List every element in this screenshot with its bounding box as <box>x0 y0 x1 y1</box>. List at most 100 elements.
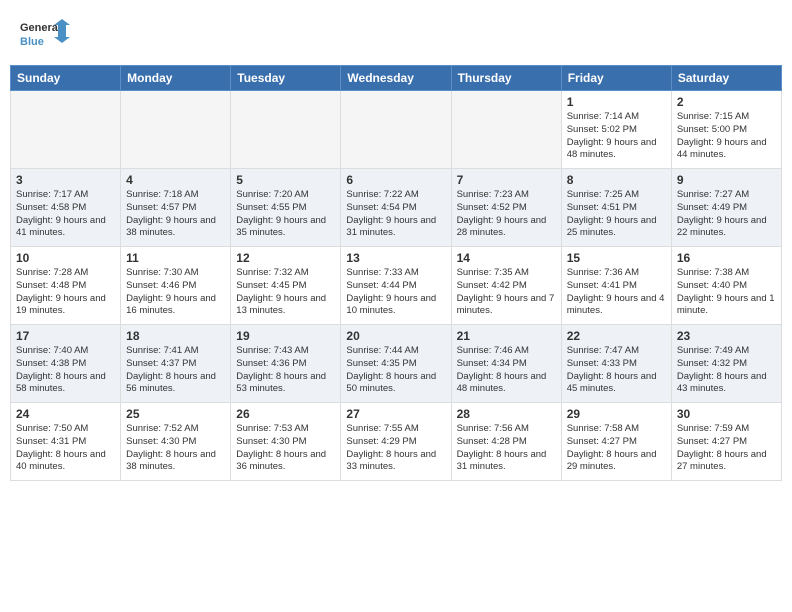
calendar-cell: 21 Sunrise: 7:46 AM Sunset: 4:34 PM Dayl… <box>451 325 561 403</box>
calendar-cell: 13 Sunrise: 7:33 AM Sunset: 4:44 PM Dayl… <box>341 247 451 325</box>
day-number: 29 <box>567 407 666 421</box>
sunset: Sunset: 4:58 PM <box>16 202 86 213</box>
calendar-cell: 18 Sunrise: 7:41 AM Sunset: 4:37 PM Dayl… <box>121 325 231 403</box>
daylight: Daylight: 8 hours and 45 minutes. <box>567 371 657 395</box>
logo: General Blue <box>20 15 70 57</box>
sunrise: Sunrise: 7:14 AM <box>567 111 639 122</box>
daylight: Daylight: 8 hours and 29 minutes. <box>567 449 657 473</box>
day-number: 10 <box>16 251 115 265</box>
sunrise: Sunrise: 7:32 AM <box>236 267 308 278</box>
day-info: Sunrise: 7:53 AM Sunset: 4:30 PM Dayligh… <box>236 423 335 474</box>
day-number: 3 <box>16 173 115 187</box>
calendar-cell: 27 Sunrise: 7:55 AM Sunset: 4:29 PM Dayl… <box>341 403 451 481</box>
sunset: Sunset: 4:44 PM <box>346 280 416 291</box>
sunset: Sunset: 4:52 PM <box>457 202 527 213</box>
daylight: Daylight: 9 hours and 1 minute. <box>677 293 775 317</box>
day-number: 21 <box>457 329 556 343</box>
day-info: Sunrise: 7:58 AM Sunset: 4:27 PM Dayligh… <box>567 423 666 474</box>
calendar-cell: 30 Sunrise: 7:59 AM Sunset: 4:27 PM Dayl… <box>671 403 781 481</box>
calendar-cell: 29 Sunrise: 7:58 AM Sunset: 4:27 PM Dayl… <box>561 403 671 481</box>
day-number: 28 <box>457 407 556 421</box>
day-info: Sunrise: 7:32 AM Sunset: 4:45 PM Dayligh… <box>236 267 335 318</box>
day-info: Sunrise: 7:28 AM Sunset: 4:48 PM Dayligh… <box>16 267 115 318</box>
sunset: Sunset: 4:28 PM <box>457 436 527 447</box>
day-number: 8 <box>567 173 666 187</box>
sunrise: Sunrise: 7:35 AM <box>457 267 529 278</box>
day-number: 16 <box>677 251 776 265</box>
day-number: 30 <box>677 407 776 421</box>
calendar-cell: 5 Sunrise: 7:20 AM Sunset: 4:55 PM Dayli… <box>231 169 341 247</box>
daylight: Daylight: 8 hours and 33 minutes. <box>346 449 436 473</box>
sunrise: Sunrise: 7:38 AM <box>677 267 749 278</box>
day-info: Sunrise: 7:18 AM Sunset: 4:57 PM Dayligh… <box>126 189 225 240</box>
sunrise: Sunrise: 7:15 AM <box>677 111 749 122</box>
daylight: Daylight: 8 hours and 48 minutes. <box>457 371 547 395</box>
svg-text:Blue: Blue <box>20 36 44 48</box>
day-info: Sunrise: 7:36 AM Sunset: 4:41 PM Dayligh… <box>567 267 666 318</box>
day-info: Sunrise: 7:43 AM Sunset: 4:36 PM Dayligh… <box>236 345 335 396</box>
calendar-cell: 1 Sunrise: 7:14 AM Sunset: 5:02 PM Dayli… <box>561 91 671 169</box>
calendar-cell: 10 Sunrise: 7:28 AM Sunset: 4:48 PM Dayl… <box>11 247 121 325</box>
daylight: Daylight: 9 hours and 31 minutes. <box>346 215 436 239</box>
sunrise: Sunrise: 7:43 AM <box>236 345 308 356</box>
sunset: Sunset: 4:57 PM <box>126 202 196 213</box>
day-number: 6 <box>346 173 445 187</box>
day-info: Sunrise: 7:56 AM Sunset: 4:28 PM Dayligh… <box>457 423 556 474</box>
sunset: Sunset: 4:30 PM <box>126 436 196 447</box>
day-info: Sunrise: 7:47 AM Sunset: 4:33 PM Dayligh… <box>567 345 666 396</box>
day-number: 11 <box>126 251 225 265</box>
daylight: Daylight: 8 hours and 58 minutes. <box>16 371 106 395</box>
sunrise: Sunrise: 7:33 AM <box>346 267 418 278</box>
day-info: Sunrise: 7:40 AM Sunset: 4:38 PM Dayligh… <box>16 345 115 396</box>
day-number: 25 <box>126 407 225 421</box>
sunrise: Sunrise: 7:46 AM <box>457 345 529 356</box>
sunrise: Sunrise: 7:49 AM <box>677 345 749 356</box>
day-number: 14 <box>457 251 556 265</box>
day-number: 9 <box>677 173 776 187</box>
daylight: Daylight: 9 hours and 13 minutes. <box>236 293 326 317</box>
calendar-cell: 22 Sunrise: 7:47 AM Sunset: 4:33 PM Dayl… <box>561 325 671 403</box>
calendar-cell: 12 Sunrise: 7:32 AM Sunset: 4:45 PM Dayl… <box>231 247 341 325</box>
calendar-cell: 17 Sunrise: 7:40 AM Sunset: 4:38 PM Dayl… <box>11 325 121 403</box>
sunset: Sunset: 4:48 PM <box>16 280 86 291</box>
day-number: 23 <box>677 329 776 343</box>
sunset: Sunset: 4:27 PM <box>567 436 637 447</box>
svg-text:General: General <box>20 22 61 34</box>
day-number: 18 <box>126 329 225 343</box>
sunset: Sunset: 4:54 PM <box>346 202 416 213</box>
calendar-cell: 24 Sunrise: 7:50 AM Sunset: 4:31 PM Dayl… <box>11 403 121 481</box>
calendar-cell: 7 Sunrise: 7:23 AM Sunset: 4:52 PM Dayli… <box>451 169 561 247</box>
calendar-cell: 11 Sunrise: 7:30 AM Sunset: 4:46 PM Dayl… <box>121 247 231 325</box>
calendar-cell: 9 Sunrise: 7:27 AM Sunset: 4:49 PM Dayli… <box>671 169 781 247</box>
calendar-cell: 6 Sunrise: 7:22 AM Sunset: 4:54 PM Dayli… <box>341 169 451 247</box>
sunrise: Sunrise: 7:25 AM <box>567 189 639 200</box>
header: General Blue <box>0 0 792 65</box>
day-number: 20 <box>346 329 445 343</box>
sunrise: Sunrise: 7:27 AM <box>677 189 749 200</box>
calendar-wrapper: Sunday Monday Tuesday Wednesday Thursday… <box>0 65 792 491</box>
day-number: 12 <box>236 251 335 265</box>
day-info: Sunrise: 7:52 AM Sunset: 4:30 PM Dayligh… <box>126 423 225 474</box>
sunset: Sunset: 5:00 PM <box>677 124 747 135</box>
day-number: 4 <box>126 173 225 187</box>
calendar-cell: 20 Sunrise: 7:44 AM Sunset: 4:35 PM Dayl… <box>341 325 451 403</box>
sunrise: Sunrise: 7:56 AM <box>457 423 529 434</box>
sunset: Sunset: 4:34 PM <box>457 358 527 369</box>
sunrise: Sunrise: 7:50 AM <box>16 423 88 434</box>
daylight: Daylight: 8 hours and 53 minutes. <box>236 371 326 395</box>
calendar-cell: 14 Sunrise: 7:35 AM Sunset: 4:42 PM Dayl… <box>451 247 561 325</box>
logo-svg: General Blue <box>20 15 70 57</box>
day-info: Sunrise: 7:44 AM Sunset: 4:35 PM Dayligh… <box>346 345 445 396</box>
daylight: Daylight: 9 hours and 19 minutes. <box>16 293 106 317</box>
day-number: 24 <box>16 407 115 421</box>
calendar-cell: 19 Sunrise: 7:43 AM Sunset: 4:36 PM Dayl… <box>231 325 341 403</box>
day-info: Sunrise: 7:22 AM Sunset: 4:54 PM Dayligh… <box>346 189 445 240</box>
day-number: 13 <box>346 251 445 265</box>
calendar-cell: 23 Sunrise: 7:49 AM Sunset: 4:32 PM Dayl… <box>671 325 781 403</box>
day-info: Sunrise: 7:55 AM Sunset: 4:29 PM Dayligh… <box>346 423 445 474</box>
sunrise: Sunrise: 7:41 AM <box>126 345 198 356</box>
day-number: 7 <box>457 173 556 187</box>
daylight: Daylight: 8 hours and 56 minutes. <box>126 371 216 395</box>
calendar-cell: 15 Sunrise: 7:36 AM Sunset: 4:41 PM Dayl… <box>561 247 671 325</box>
daylight: Daylight: 9 hours and 16 minutes. <box>126 293 216 317</box>
